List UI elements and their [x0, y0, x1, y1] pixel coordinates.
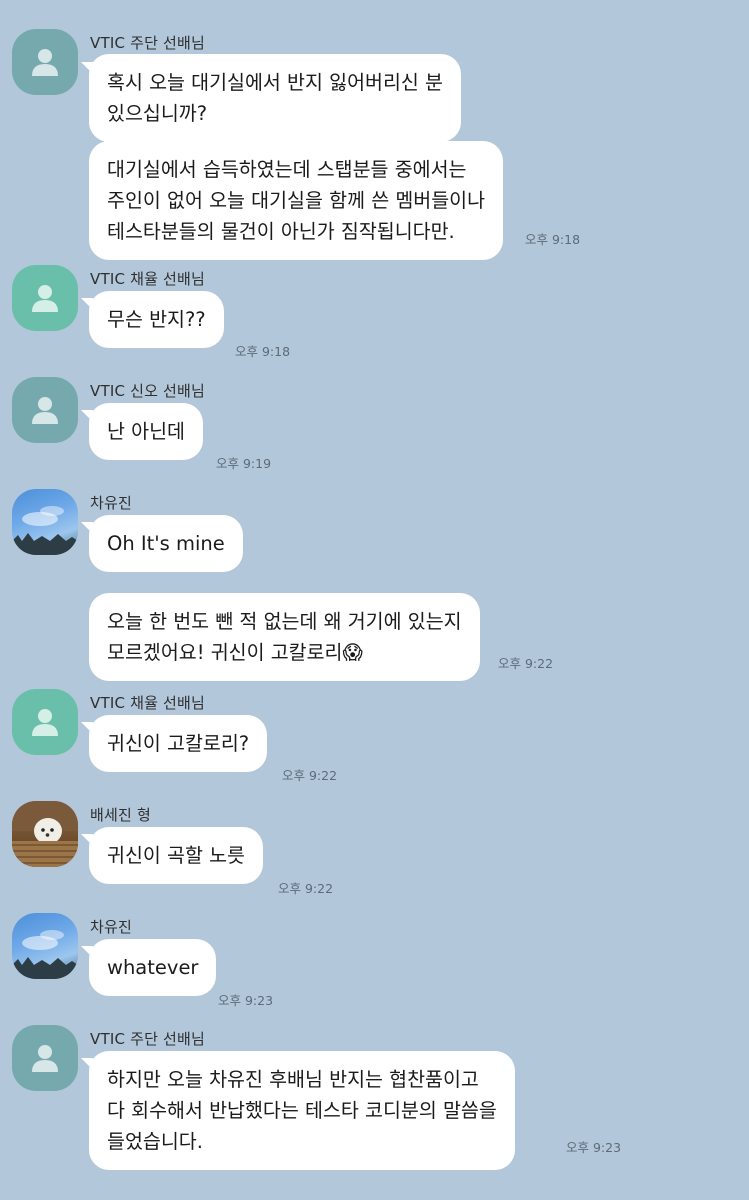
avatar[interactable] [12, 1025, 78, 1091]
sender-name: VTIC 주단 선배님 [90, 1030, 206, 1048]
message-bubble[interactable]: 난 아닌데 [89, 403, 203, 460]
message-bubble[interactable]: 대기실에서 습득하였는데 스탭분들 중에서는 주인이 없어 오늘 대기실을 함께… [89, 141, 504, 260]
avatar[interactable] [12, 913, 78, 979]
avatar[interactable] [12, 801, 78, 867]
message-bubble[interactable]: whatever [89, 939, 217, 996]
timestamp: 오후 9:18 [235, 344, 291, 359]
person-icon [32, 1045, 58, 1072]
message-bubble[interactable]: Oh It's mine [89, 515, 243, 572]
message-bubble[interactable]: 귀신이 곡할 노릇 [89, 827, 263, 884]
sky-photo-icon [12, 506, 78, 555]
sender-name: 차유진 [90, 494, 133, 512]
timestamp: 오후 9:22 [498, 656, 554, 671]
sender-name: VTIC 채율 선배님 [90, 270, 206, 288]
avatar[interactable] [12, 29, 78, 95]
person-icon [32, 49, 58, 76]
timestamp: 오후 9:22 [282, 768, 338, 783]
person-icon [32, 285, 58, 312]
message-bubble[interactable]: 하지만 오늘 차유진 후배님 반지는 협찬품이고 다 회수해서 반납했다는 테스… [89, 1051, 515, 1170]
avatar[interactable] [12, 489, 78, 555]
sender-name: VTIC 채율 선배님 [90, 694, 206, 712]
person-icon [32, 709, 58, 736]
timestamp: 오후 9:23 [566, 1140, 622, 1155]
avatar[interactable] [12, 689, 78, 755]
sender-name: 차유진 [90, 918, 133, 936]
timestamp: 오후 9:23 [218, 993, 274, 1008]
sender-name: VTIC 신오 선배님 [90, 382, 206, 400]
timestamp: 오후 9:19 [216, 456, 272, 471]
dog-photo-icon [12, 801, 78, 867]
sky-photo-icon [12, 930, 78, 979]
timestamp: 오후 9:22 [278, 881, 334, 896]
avatar[interactable] [12, 265, 78, 331]
sender-name: VTIC 주단 선배님 [90, 34, 206, 52]
message-bubble[interactable]: 혹시 오늘 대기실에서 반지 잃어버리신 분 있으십니까? [89, 54, 461, 142]
person-icon [32, 397, 58, 424]
message-bubble[interactable]: 오늘 한 번도 뺀 적 없는데 왜 거기에 있는지 모르겠어요! 귀신이 고칼로… [89, 593, 480, 681]
avatar[interactable] [12, 377, 78, 443]
message-bubble[interactable]: 귀신이 고칼로리? [89, 715, 268, 772]
sender-name: 배세진 형 [90, 806, 151, 824]
message-bubble[interactable]: 무슨 반지?? [89, 291, 224, 348]
timestamp: 오후 9:18 [525, 232, 581, 247]
